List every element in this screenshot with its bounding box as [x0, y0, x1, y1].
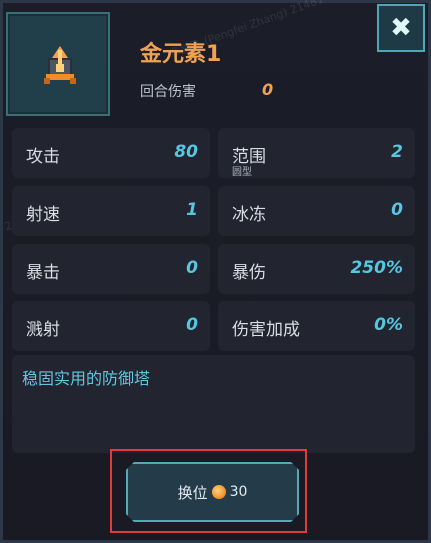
stat-crit: 暴击 0: [12, 244, 210, 294]
stat-crit-damage: 暴伤 250%: [218, 244, 415, 294]
tower-name: 金元素1: [140, 42, 222, 67]
stat-value: 0: [186, 315, 198, 335]
tower-description-box: 稳固实用的防御塔: [12, 355, 415, 453]
damage-per-round-value: 0: [262, 80, 274, 99]
stat-label: 冰冻: [232, 205, 266, 225]
tower-description: 稳固实用的防御塔: [22, 369, 151, 388]
close-button[interactable]: ✖: [377, 4, 425, 52]
stat-freeze: 冰冻 0: [218, 186, 415, 236]
stat-value: 0%: [374, 315, 403, 335]
stat-value: 250%: [350, 258, 403, 278]
damage-per-round-label: 回合伤害: [140, 84, 196, 100]
stat-value: 1: [186, 200, 198, 220]
swap-position-button[interactable]: 换位 30: [126, 462, 299, 522]
swap-cost: 30: [229, 484, 248, 500]
stat-fire-rate: 射速 1: [12, 186, 210, 236]
stat-label: 射速: [26, 205, 60, 225]
tower-info-screen: 章鹏飞 (Pengfei Zhang) 21481 21481 章鹏飞 (Pen…: [0, 0, 431, 543]
stat-attack: 攻击 80: [12, 128, 210, 178]
stat-value: 80: [174, 142, 198, 162]
stat-damage-bonus: 伤害加成 0%: [218, 301, 415, 351]
tower-icon-frame: [6, 12, 110, 116]
stat-label: 攻击: [26, 147, 60, 167]
stat-range: 范围 2 圆型: [218, 128, 415, 178]
coin-icon: [212, 485, 226, 499]
stat-label: 暴击: [26, 263, 60, 283]
stat-label: 溅射: [26, 320, 60, 340]
stat-sublabel: 圆型: [232, 167, 252, 178]
stat-splash: 溅射 0: [12, 301, 210, 351]
stat-value: 2: [391, 142, 403, 162]
stat-label: 伤害加成: [232, 320, 300, 340]
close-icon: ✖: [390, 13, 412, 43]
tower-icon: [44, 46, 76, 84]
stat-value: 0: [186, 258, 198, 278]
stat-value: 0: [391, 200, 403, 220]
stat-label: 暴伤: [232, 263, 266, 283]
swap-button-label: 换位: [177, 483, 208, 502]
